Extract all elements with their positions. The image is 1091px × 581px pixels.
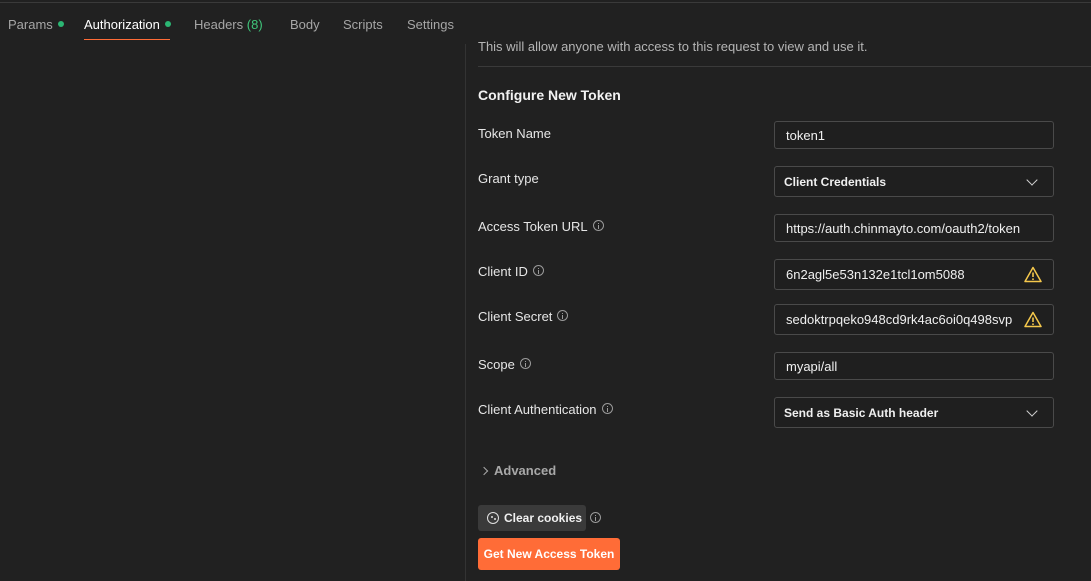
tab-label: Authorization xyxy=(84,17,160,32)
tab-label: Scripts xyxy=(343,17,383,32)
token-name-label: Token Name xyxy=(478,126,551,141)
access-token-url-label: Access Token URL xyxy=(478,219,604,234)
info-icon[interactable] xyxy=(519,358,531,369)
label-text: Client Authentication xyxy=(478,402,597,417)
info-icon[interactable] xyxy=(532,265,544,276)
input-value: 6n2agl5e53n132e1tcl1om5088 xyxy=(786,267,965,282)
warning-icon[interactable] xyxy=(1024,311,1042,328)
client-auth-label: Client Authentication xyxy=(478,402,613,417)
get-new-access-token-button[interactable]: Get New Access Token xyxy=(478,538,620,570)
tab-count: (8) xyxy=(246,17,263,32)
select-value: Client Credentials xyxy=(784,174,887,189)
label-text: Scope xyxy=(478,357,515,372)
client-id-input[interactable]: 6n2agl5e53n132e1tcl1om5088 xyxy=(774,259,1054,290)
advanced-label: Advanced xyxy=(494,463,557,478)
token-name-input[interactable]: token1 xyxy=(774,121,1054,149)
tab-body[interactable]: Body xyxy=(290,17,320,32)
tab-label: Params xyxy=(8,17,53,32)
label-text: Token Name xyxy=(478,126,551,141)
input-value: https://auth.chinmayto.com/oauth2/token xyxy=(786,220,1021,236)
scope-label: Scope xyxy=(478,357,531,372)
label-text: Access Token URL xyxy=(478,219,588,234)
active-tab-indicator xyxy=(84,39,170,40)
tab-label: Body xyxy=(290,17,320,32)
share-info-text: This will allow anyone with access to th… xyxy=(478,39,868,54)
client-secret-input[interactable]: sedoktrpqeko948cd9rk4ac6oi0q498svp xyxy=(774,304,1054,335)
advanced-toggle[interactable]: Advanced xyxy=(478,463,556,478)
tab-authorization[interactable]: Authorization xyxy=(84,17,171,32)
pane-divider xyxy=(465,44,466,581)
info-icon[interactable] xyxy=(557,310,569,321)
button-label: Clear cookies xyxy=(504,511,583,525)
request-tabs: Params Authorization Headers (8) Body Sc… xyxy=(0,0,470,42)
input-value: token1 xyxy=(786,127,826,143)
tab-label: Settings xyxy=(407,17,454,32)
section-title: Configure New Token xyxy=(478,87,621,103)
access-token-url-input[interactable]: https://auth.chinmayto.com/oauth2/token xyxy=(774,214,1054,242)
select-value: Send as Basic Auth header xyxy=(784,405,939,420)
status-dot xyxy=(57,21,64,27)
info-icon[interactable] xyxy=(590,512,601,523)
status-dot xyxy=(164,21,171,27)
clear-cookies-button[interactable]: Clear cookies xyxy=(478,505,586,531)
client-auth-select[interactable]: Send as Basic Auth header xyxy=(774,397,1054,428)
tab-params[interactable]: Params xyxy=(8,17,64,32)
chevron-down-icon xyxy=(1026,173,1038,186)
input-value: sedoktrpqeko948cd9rk4ac6oi0q498svp xyxy=(786,312,1013,327)
label-text: Grant type xyxy=(478,171,539,186)
tab-headers[interactable]: Headers (8) xyxy=(194,17,263,32)
label-text: Client Secret xyxy=(478,309,553,324)
info-icon[interactable] xyxy=(601,403,613,414)
grant-type-label: Grant type xyxy=(478,171,539,186)
grant-type-select[interactable]: Client Credentials xyxy=(774,166,1054,197)
client-secret-label: Client Secret xyxy=(478,309,569,324)
tab-settings[interactable]: Settings xyxy=(407,17,454,32)
tab-scripts[interactable]: Scripts xyxy=(343,17,383,32)
section-divider xyxy=(478,66,1091,67)
input-value: myapi/all xyxy=(786,358,838,374)
chevron-down-icon xyxy=(1026,404,1038,417)
cookie-icon xyxy=(487,512,499,524)
tab-label: Headers xyxy=(194,17,244,32)
label-text: Client ID xyxy=(478,264,528,279)
client-id-label: Client ID xyxy=(478,264,544,279)
info-icon[interactable] xyxy=(592,220,604,231)
warning-icon[interactable] xyxy=(1024,266,1042,283)
scope-input[interactable]: myapi/all xyxy=(774,352,1054,380)
chevron-right-icon xyxy=(479,466,489,475)
